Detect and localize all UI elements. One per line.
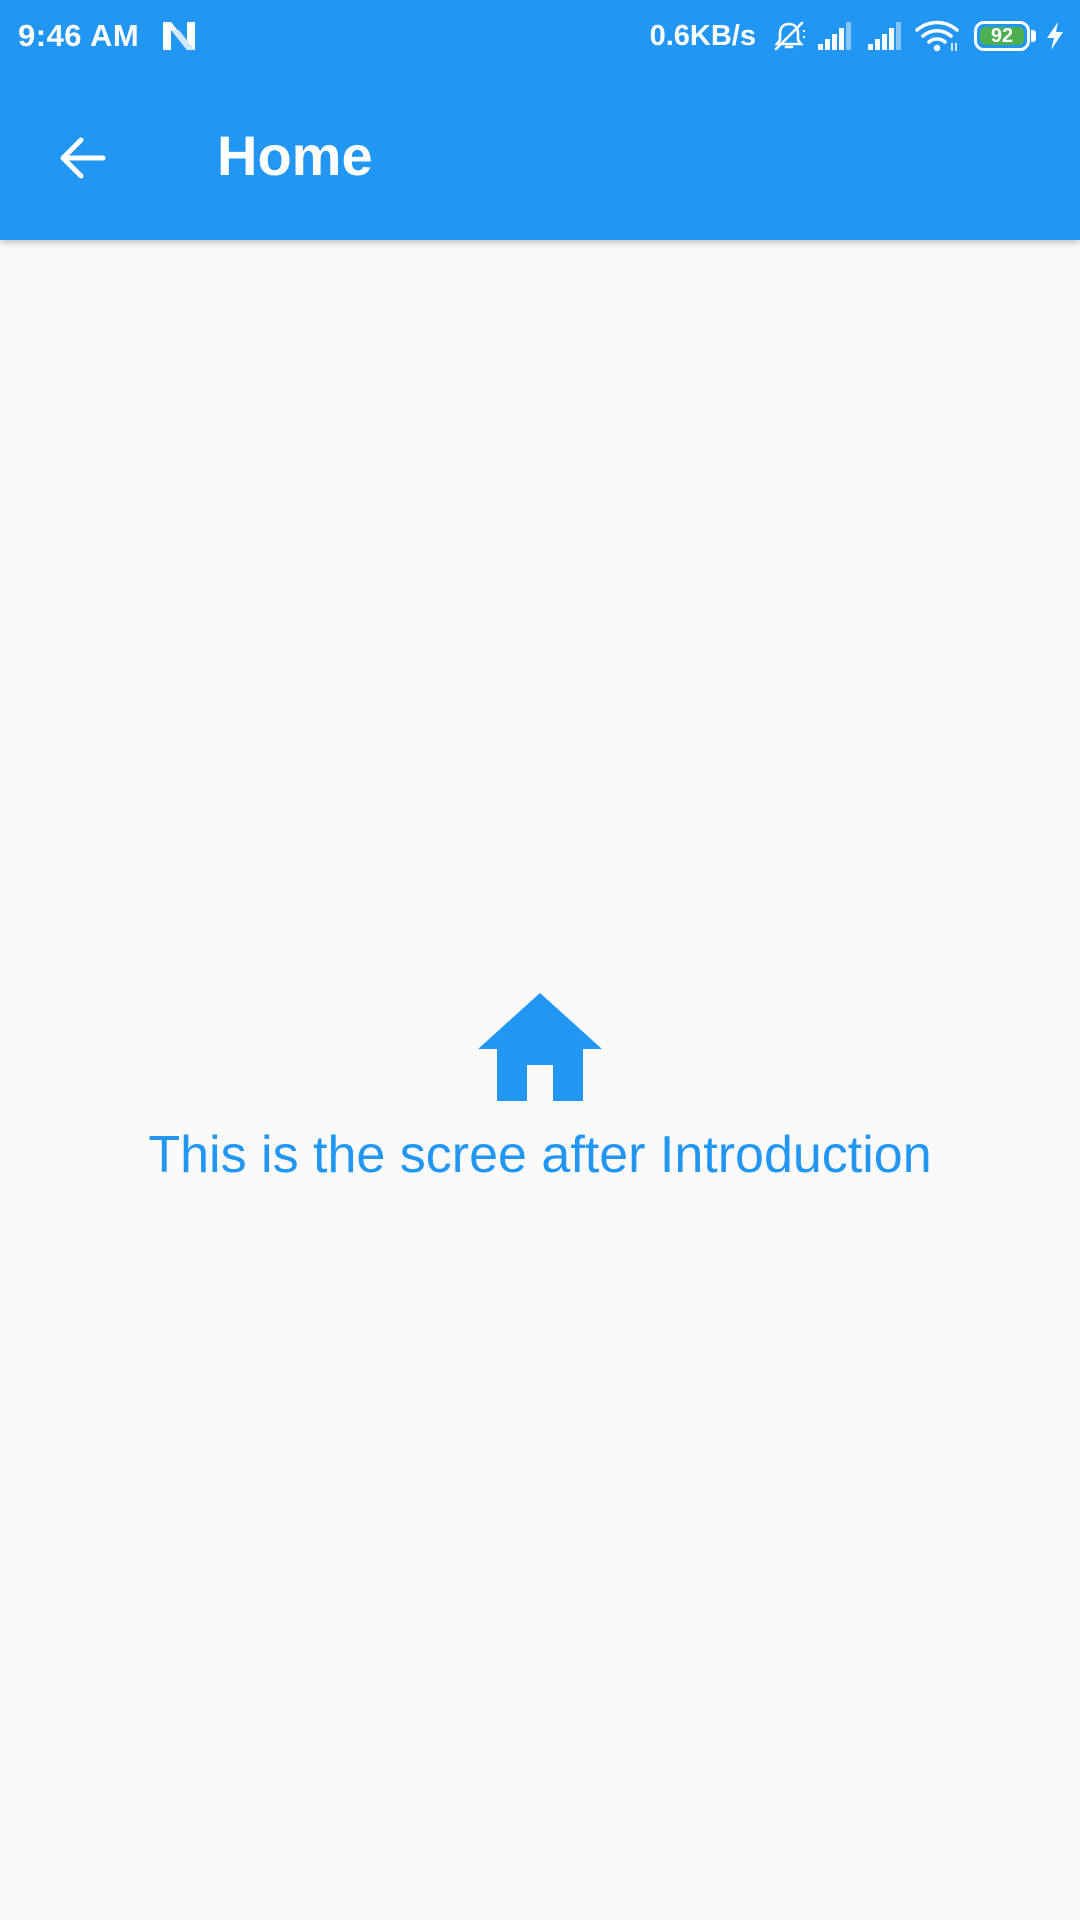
n-notification-icon (163, 22, 196, 50)
network-speed: 0.6KB/s (649, 19, 756, 52)
body-message: This is the scree after Introduction (148, 1126, 932, 1184)
status-bar: 9:46 AM 0.6KB/s 92 (0, 0, 1080, 72)
battery-fill: 92 (980, 25, 1024, 47)
main-content: This is the scree after Introduction (0, 240, 1080, 1920)
page-title: Home (217, 124, 373, 187)
wifi-icon (915, 20, 959, 52)
status-right: 0.6KB/s 92 (650, 16, 1066, 56)
battery-body: 92 (974, 21, 1030, 51)
status-left: 9:46 AM (18, 16, 197, 56)
top-bar: 9:46 AM 0.6KB/s 92 Home (0, 0, 1080, 240)
home-icon (478, 993, 602, 1101)
back-button[interactable] (38, 114, 126, 202)
app-bar: Home (0, 72, 1080, 240)
battery-icon: 92 (974, 21, 1036, 51)
bell-off-icon (774, 21, 805, 51)
arrow-back-icon (60, 137, 106, 179)
battery-tip (1031, 30, 1036, 42)
center-block: This is the scree after Introduction (0, 993, 1080, 1187)
signal-icon (818, 22, 851, 50)
battery-level: 92 (990, 25, 1014, 47)
status-time: 9:46 AM (18, 18, 140, 53)
charging-bolt-icon (1047, 22, 1063, 50)
signal-icon (868, 22, 901, 50)
